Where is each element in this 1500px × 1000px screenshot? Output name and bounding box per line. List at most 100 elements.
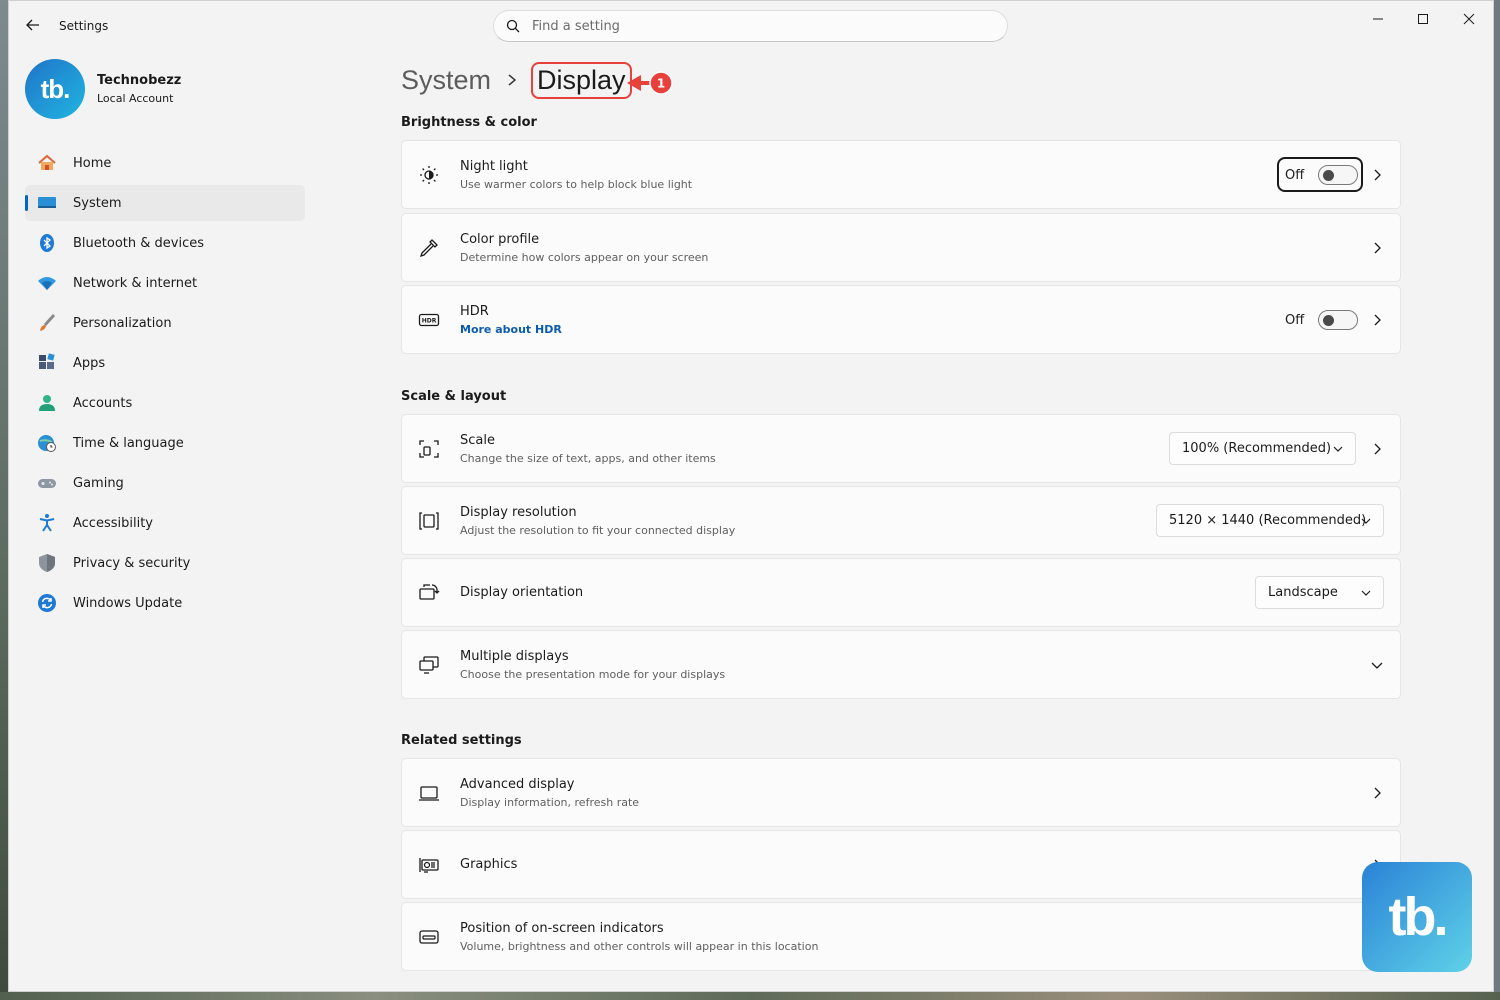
sidebar-item-label: Gaming bbox=[73, 475, 124, 491]
wifi-icon bbox=[37, 273, 57, 293]
sidebar-item-personalization[interactable]: Personalization bbox=[25, 305, 305, 341]
profile-section[interactable]: tb. Technobezz Local Account bbox=[25, 58, 181, 120]
brush-icon bbox=[37, 313, 57, 333]
card-title: HDR bbox=[460, 303, 489, 319]
multiple-displays-icon bbox=[419, 656, 439, 674]
close-button[interactable] bbox=[1446, 7, 1492, 31]
profile-account-type: Local Account bbox=[97, 92, 174, 105]
sidebar-item-time-language[interactable]: Time & language bbox=[25, 425, 305, 461]
card-subtitle: Use warmer colors to help block blue lig… bbox=[460, 177, 693, 191]
watermark-logo: tb. bbox=[1362, 862, 1472, 972]
night-light-toggle-group: Off bbox=[1285, 165, 1359, 185]
card-display-orientation[interactable]: Display orientation Landscape bbox=[401, 558, 1401, 627]
sidebar-item-label: Privacy & security bbox=[73, 555, 191, 571]
sidebar-item-home[interactable]: Home bbox=[25, 145, 305, 181]
bluetooth-icon bbox=[37, 233, 57, 253]
chevron-right-icon bbox=[1374, 169, 1381, 181]
dropdown-value: 100% (Recommended) bbox=[1182, 441, 1332, 456]
app-title: Settings bbox=[59, 19, 109, 33]
sidebar-item-label: Network & internet bbox=[73, 275, 198, 291]
chevron-down-icon bbox=[1333, 446, 1343, 452]
card-title: Graphics bbox=[460, 857, 518, 872]
search-box[interactable] bbox=[493, 10, 1008, 42]
page-title: Display bbox=[531, 61, 632, 99]
card-title: Display resolution bbox=[460, 504, 577, 520]
sidebar-item-label: Windows Update bbox=[73, 595, 183, 611]
update-icon bbox=[37, 593, 57, 613]
card-title: Multiple displays bbox=[460, 648, 569, 664]
hdr-toggle[interactable] bbox=[1318, 310, 1359, 330]
accessibility-icon bbox=[37, 513, 57, 533]
annotation-number: 1 bbox=[657, 77, 665, 91]
sidebar-item-network[interactable]: Network & internet bbox=[25, 265, 305, 301]
orientation-dropdown[interactable]: Landscape bbox=[1255, 576, 1384, 609]
breadcrumb-system[interactable]: System bbox=[401, 65, 491, 96]
chevron-down-icon bbox=[1361, 590, 1371, 596]
card-title: Advanced display bbox=[460, 776, 575, 792]
card-title: Color profile bbox=[460, 231, 540, 247]
card-multiple-displays[interactable]: Multiple displays Choose the presentatio… bbox=[401, 630, 1401, 699]
card-subtitle: Adjust the resolution to fit your connec… bbox=[460, 523, 736, 537]
dropdown-value: 5120 × 1440 (Recommended) bbox=[1169, 513, 1367, 528]
person-icon bbox=[37, 393, 57, 413]
globe-clock-icon bbox=[37, 433, 57, 453]
card-color-profile[interactable]: Color profile Determine how colors appea… bbox=[401, 213, 1401, 282]
sidebar-item-accounts[interactable]: Accounts bbox=[25, 385, 305, 421]
settings-window: Settings tb. Technobezz Local Account bbox=[8, 0, 1494, 992]
sidebar-item-privacy[interactable]: Privacy & security bbox=[25, 545, 305, 581]
search-icon bbox=[506, 19, 520, 33]
profile-name: Technobezz bbox=[97, 73, 182, 88]
card-scale[interactable]: Scale Change the size of text, apps, and… bbox=[401, 414, 1401, 483]
sidebar-item-accessibility[interactable]: Accessibility bbox=[25, 505, 305, 541]
hdr-icon: HDR bbox=[418, 313, 440, 327]
card-subtitle: Determine how colors appear on your scre… bbox=[460, 250, 709, 264]
card-subtitle: Change the size of text, apps, and other… bbox=[460, 451, 716, 465]
svg-text:HDR: HDR bbox=[422, 318, 437, 325]
scale-dropdown[interactable]: 100% (Recommended) bbox=[1169, 432, 1356, 465]
sidebar-item-label: Apps bbox=[73, 355, 106, 371]
sidebar-nav: Home System Bluetooth & devices Network … bbox=[25, 145, 305, 625]
eyedropper-icon bbox=[419, 239, 438, 258]
card-advanced-display[interactable]: Advanced display Display information, re… bbox=[401, 758, 1401, 827]
maximize-button[interactable] bbox=[1400, 7, 1446, 31]
sidebar-item-gaming[interactable]: Gaming bbox=[25, 465, 305, 501]
sidebar-item-apps[interactable]: Apps bbox=[25, 345, 305, 381]
desktop-bottom-edge bbox=[0, 992, 1500, 1000]
section-title-brightness: Brightness & color bbox=[401, 115, 537, 130]
close-icon bbox=[1463, 13, 1475, 25]
sidebar-item-label: Personalization bbox=[73, 315, 172, 331]
resolution-dropdown[interactable]: 5120 × 1440 (Recommended) bbox=[1156, 504, 1384, 537]
desktop-left-edge bbox=[0, 0, 8, 1000]
card-display-resolution[interactable]: Display resolution Adjust the resolution… bbox=[401, 486, 1401, 555]
card-subtitle: Display information, refresh rate bbox=[460, 795, 640, 809]
card-subtitle: Volume, brightness and other controls wi… bbox=[460, 939, 819, 953]
apps-icon bbox=[37, 353, 57, 373]
card-title: Night light bbox=[460, 158, 528, 174]
card-graphics[interactable]: Graphics bbox=[401, 830, 1401, 899]
dropdown-value: Landscape bbox=[1268, 585, 1338, 600]
section-title-related: Related settings bbox=[401, 733, 522, 748]
sidebar-item-system[interactable]: System bbox=[25, 185, 305, 221]
card-subtitle: Choose the presentation mode for your di… bbox=[460, 667, 726, 681]
card-hdr[interactable]: HDR HDR More about HDR Off bbox=[401, 285, 1401, 354]
card-title: Scale bbox=[460, 432, 495, 448]
back-button[interactable] bbox=[23, 15, 43, 35]
more-about-hdr-link[interactable]: More about HDR bbox=[460, 323, 562, 336]
title-bar: Settings bbox=[9, 1, 1493, 51]
shield-icon bbox=[37, 553, 57, 573]
chevron-right-icon bbox=[1374, 242, 1381, 254]
card-night-light[interactable]: Night light Use warmer colors to help bl… bbox=[401, 140, 1401, 209]
sidebar-item-label: Time & language bbox=[73, 435, 184, 451]
search-input[interactable] bbox=[532, 18, 972, 34]
chevron-down-icon[interactable] bbox=[1370, 658, 1384, 672]
sidebar-item-bluetooth[interactable]: Bluetooth & devices bbox=[25, 225, 305, 261]
home-icon bbox=[37, 153, 57, 173]
minimize-button[interactable] bbox=[1355, 7, 1401, 31]
card-osd-position[interactable]: Position of on-screen indicators Volume,… bbox=[401, 902, 1401, 971]
brightness-icon bbox=[420, 166, 438, 184]
night-light-toggle[interactable] bbox=[1318, 165, 1359, 185]
chevron-right-icon bbox=[1374, 787, 1381, 799]
sidebar-item-windows-update[interactable]: Windows Update bbox=[25, 585, 305, 621]
gamepad-icon bbox=[37, 473, 57, 493]
card-title: Position of on-screen indicators bbox=[460, 920, 664, 936]
